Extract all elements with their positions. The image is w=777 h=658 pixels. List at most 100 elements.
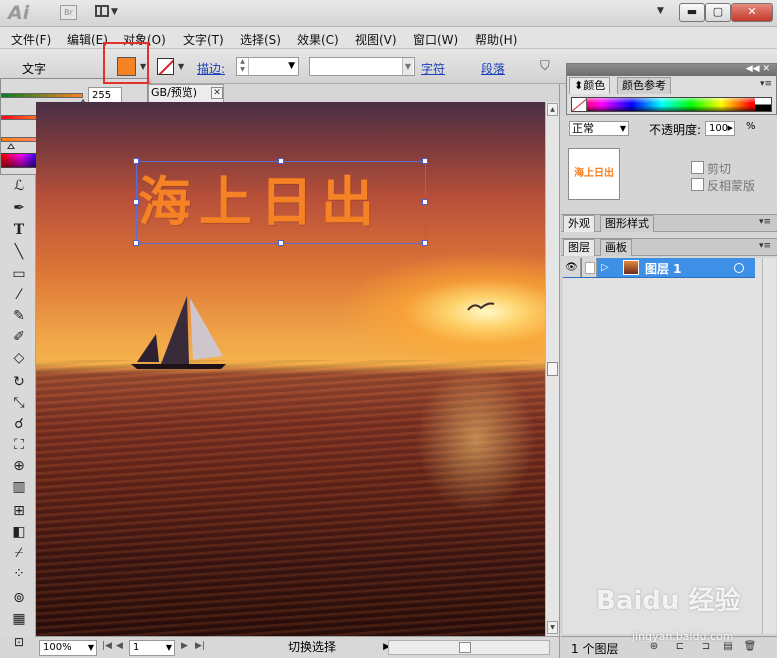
handle-top-left[interactable]: [133, 158, 139, 164]
eye-visibility-icon[interactable]: 👁: [563, 258, 581, 277]
first-artboard-icon[interactable]: |◀: [102, 641, 112, 651]
handle-middle-right[interactable]: [422, 199, 428, 205]
workspace-dropdown-icon[interactable]: ▼: [657, 6, 664, 16]
scroll-thumb[interactable]: [547, 362, 558, 376]
scroll-down-icon[interactable]: ▼: [547, 621, 558, 634]
scale-tool-icon[interactable]: ⤡: [9, 394, 29, 413]
none-swatch[interactable]: [572, 98, 587, 111]
line-tool-icon[interactable]: ╲: [9, 243, 29, 262]
menu-help[interactable]: 帮助(H): [475, 31, 517, 48]
menu-type[interactable]: 文字(T): [183, 31, 224, 48]
column-graph-tool-icon[interactable]: ▦: [9, 610, 29, 629]
status-selector[interactable]: 切换选择 ▶: [238, 640, 390, 656]
prev-artboard-icon[interactable]: ◀: [116, 641, 123, 651]
menu-edit[interactable]: 编辑(E): [67, 31, 108, 48]
close-tab-icon[interactable]: ✕: [211, 87, 223, 99]
document-tab[interactable]: GB/预览) ✕: [148, 84, 224, 102]
tab-layers[interactable]: 图层: [563, 239, 595, 256]
layers-vertical-scrollbar[interactable]: [762, 258, 776, 634]
handle-top-right[interactable]: [422, 158, 428, 164]
transparency-thumbnail[interactable]: 海上日出: [568, 148, 620, 200]
bridge-button[interactable]: Br: [60, 5, 77, 20]
stroke-weight-field[interactable]: ▲ ▼ ▼: [236, 57, 299, 76]
scroll-up-icon[interactable]: ▲: [547, 103, 558, 116]
collapse-icon[interactable]: ◀◀ ✕: [746, 64, 770, 75]
free-transform-tool-icon[interactable]: ⛶: [9, 436, 29, 455]
tab-artboards[interactable]: 画板: [600, 239, 632, 256]
opacity-field[interactable]: 100 ▶: [705, 121, 735, 136]
invert-mask-checkbox[interactable]: [691, 178, 704, 191]
character-link[interactable]: 字符: [421, 60, 445, 77]
warp-tool-icon[interactable]: ☌: [9, 415, 29, 434]
graph-tool-icon[interactable]: ▥: [9, 478, 29, 497]
color-spectrum-bar[interactable]: [571, 97, 772, 112]
tab-color[interactable]: ⬍颜色: [569, 77, 611, 94]
workspace-switcher[interactable]: ▼: [95, 4, 125, 21]
menu-window[interactable]: 窗口(W): [413, 31, 458, 48]
close-button[interactable]: ✕: [731, 3, 773, 22]
panel-header[interactable]: ◀◀ ✕: [567, 64, 776, 76]
menu-view[interactable]: 视图(V): [355, 31, 397, 48]
chevron-down-icon[interactable]: ▼: [88, 641, 94, 655]
delete-layer-icon[interactable]: 🗑: [743, 640, 757, 654]
stroke-none-swatch[interactable]: [157, 58, 174, 75]
chevron-right-icon[interactable]: ▶: [728, 122, 733, 135]
menu-select[interactable]: 选择(S): [240, 31, 281, 48]
chevron-down-icon[interactable]: ▼: [620, 122, 626, 135]
handle-top-center[interactable]: [278, 158, 284, 164]
expand-triangle-icon[interactable]: ▷: [601, 262, 609, 273]
artboard-tool-icon[interactable]: ⊡: [9, 633, 29, 652]
rectangle-tool-icon[interactable]: ▭: [9, 265, 29, 284]
panel-menu-icon[interactable]: ▾≡: [759, 241, 771, 251]
rotate-tool-icon[interactable]: ↻: [9, 373, 29, 392]
scroll-thumb[interactable]: [459, 642, 471, 653]
stroke-link[interactable]: 描边:: [197, 60, 225, 77]
canvas-horizontal-scrollbar[interactable]: [388, 640, 550, 655]
chevron-down-icon[interactable]: ▼: [166, 641, 172, 655]
handle-bottom-left[interactable]: [133, 240, 139, 246]
menu-effect[interactable]: 效果(C): [297, 31, 339, 48]
font-family-field[interactable]: ▼: [309, 57, 415, 76]
maximize-button[interactable]: ▢: [705, 3, 731, 22]
panel-menu-icon[interactable]: ▾≡: [760, 79, 772, 89]
blue-slider-thumb[interactable]: [7, 143, 15, 149]
canvas-vertical-scrollbar[interactable]: ▲ ▼: [545, 102, 559, 636]
paragraph-link[interactable]: 段落: [481, 60, 505, 77]
eraser-tool-icon[interactable]: ◇: [9, 349, 29, 368]
minimize-button[interactable]: ▬: [679, 3, 705, 22]
handle-bottom-right[interactable]: [422, 240, 428, 246]
eyedropper-tool-icon[interactable]: ⌿: [9, 544, 29, 563]
target-circle-icon[interactable]: [734, 263, 744, 273]
next-artboard-icon[interactable]: ▶: [181, 641, 188, 651]
panel-menu-icon[interactable]: ▾≡: [759, 217, 771, 227]
layer-name[interactable]: 图层 1: [645, 260, 682, 277]
handle-middle-left[interactable]: [133, 199, 139, 205]
black-white-swatch[interactable]: [755, 98, 771, 111]
menu-file[interactable]: 文件(F): [11, 31, 51, 48]
paintbrush-tool-icon[interactable]: ⁄: [9, 286, 29, 305]
type-tool-icon[interactable]: T: [9, 221, 29, 240]
shape-builder-tool-icon[interactable]: ⊕: [9, 457, 29, 476]
artboard-canvas[interactable]: 海上日出: [36, 102, 545, 636]
clip-checkbox[interactable]: [691, 161, 704, 174]
stroke-dropdown-icon[interactable]: ▼: [178, 62, 184, 71]
red-slider-track[interactable]: [1, 93, 83, 98]
lock-toggle[interactable]: [582, 258, 597, 277]
mesh-tool-icon[interactable]: ⊞: [9, 502, 29, 521]
blend-mode-select[interactable]: 正常 ▼: [569, 121, 629, 136]
handle-bottom-center[interactable]: [278, 240, 284, 246]
recolor-artwork-icon[interactable]: ⛉: [540, 59, 556, 75]
tab-color-guide[interactable]: 颜色参考: [617, 77, 671, 94]
chevron-down-icon[interactable]: ▼: [288, 61, 295, 71]
pen-tool-icon[interactable]: ✒: [9, 199, 29, 218]
text-selection-box[interactable]: [133, 158, 428, 246]
stepper-icon[interactable]: ▲ ▼: [237, 58, 249, 75]
last-artboard-icon[interactable]: ▶|: [195, 641, 205, 651]
tab-graphic-styles[interactable]: 图形样式: [600, 215, 654, 232]
artboard-number-field[interactable]: 1 ▼: [129, 640, 175, 656]
chevron-down-icon[interactable]: ▼: [402, 58, 413, 75]
blend-tool-icon[interactable]: ⁘: [9, 565, 29, 584]
tab-appearance[interactable]: 外观: [563, 215, 595, 232]
blob-brush-tool-icon[interactable]: ✐: [9, 328, 29, 347]
pencil-tool-icon[interactable]: ✎: [9, 307, 29, 326]
